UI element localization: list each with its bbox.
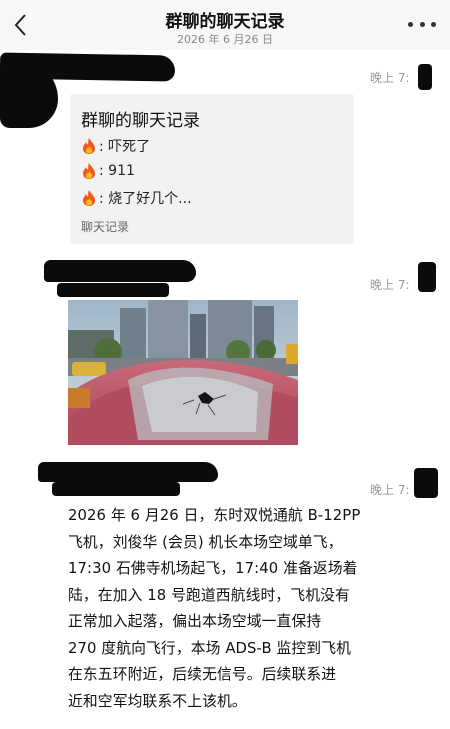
video-frame-image [68, 300, 298, 445]
more-options-button[interactable] [408, 14, 436, 34]
card-line: : 吓死了 [81, 136, 150, 156]
message-time: 晚上 7: [370, 483, 410, 497]
card-footer: 聊天记录 [81, 220, 130, 234]
redacted-sender-name [57, 283, 169, 297]
chat-history[interactable]: 晚上 7: 群聊的聊天记录 : 吓死了 : 911 : 烧了好几个... 聊天记… [0, 50, 450, 729]
message-text-line: 在东五环附近，后续无信号。后续联系进 [68, 666, 337, 683]
message-text-line: 陆，在加入 18 号跑道西航线时，飞机没有 [68, 586, 350, 604]
card-line-text: : 911 [99, 163, 135, 179]
message-text-line: 飞机，刘俊华 (会员) 机长本场空域单飞， [68, 533, 343, 551]
card-title: 群聊的聊天记录 [81, 111, 200, 131]
message-text: 2026 年 6 月26 日，东时双悦通航 B-12PP 飞机，刘俊华 (会员)… [68, 503, 440, 715]
chat-record-card[interactable]: 群聊的聊天记录 : 吓死了 : 911 : 烧了好几个... 聊天记录 [70, 94, 354, 244]
more-dot-icon [408, 21, 413, 27]
chat-header: 群聊的聊天记录 2026 年 6 月26 日 [0, 0, 450, 50]
message-text-line: 17:30 石佛寺机场起飞，17:40 准备返场着 [68, 560, 358, 577]
redacted-time [418, 262, 436, 292]
more-dot-icon [419, 21, 425, 27]
redacted-sender-name [52, 482, 180, 496]
redacted-time [414, 468, 438, 498]
video-thumbnail[interactable] [68, 300, 298, 445]
card-line: : 烧了好几个... [81, 188, 192, 208]
card-line-text: : 烧了好几个... [99, 191, 192, 207]
message-time: 晚上 7: [370, 278, 410, 292]
card-line-text: : 吓死了 [99, 139, 151, 155]
fire-icon [83, 190, 95, 206]
page-title: 群聊的聊天记录 [165, 12, 285, 32]
chat-date: 2026 年 6 月26 日 [177, 33, 273, 46]
more-dot-icon [431, 21, 436, 27]
message-text-line: 正常加入起落，偏出本场空域一直保持 [68, 613, 322, 630]
redacted-time [418, 64, 432, 90]
fire-icon [83, 138, 95, 154]
fire-icon [83, 163, 95, 179]
redacted-sender [38, 462, 218, 482]
message-text-line: 2026 年 6 月26 日，东时双悦通航 B-12PP [68, 507, 361, 524]
message-text-line: 270 度航向飞行，本场 ADS-B 监控到飞机 [68, 639, 351, 657]
message-text-line: 近和空军均联系不上该机。 [68, 692, 247, 710]
message-time: 晚上 7: [370, 71, 410, 85]
card-line: : 911 [81, 162, 135, 180]
redacted-sender [44, 260, 196, 282]
